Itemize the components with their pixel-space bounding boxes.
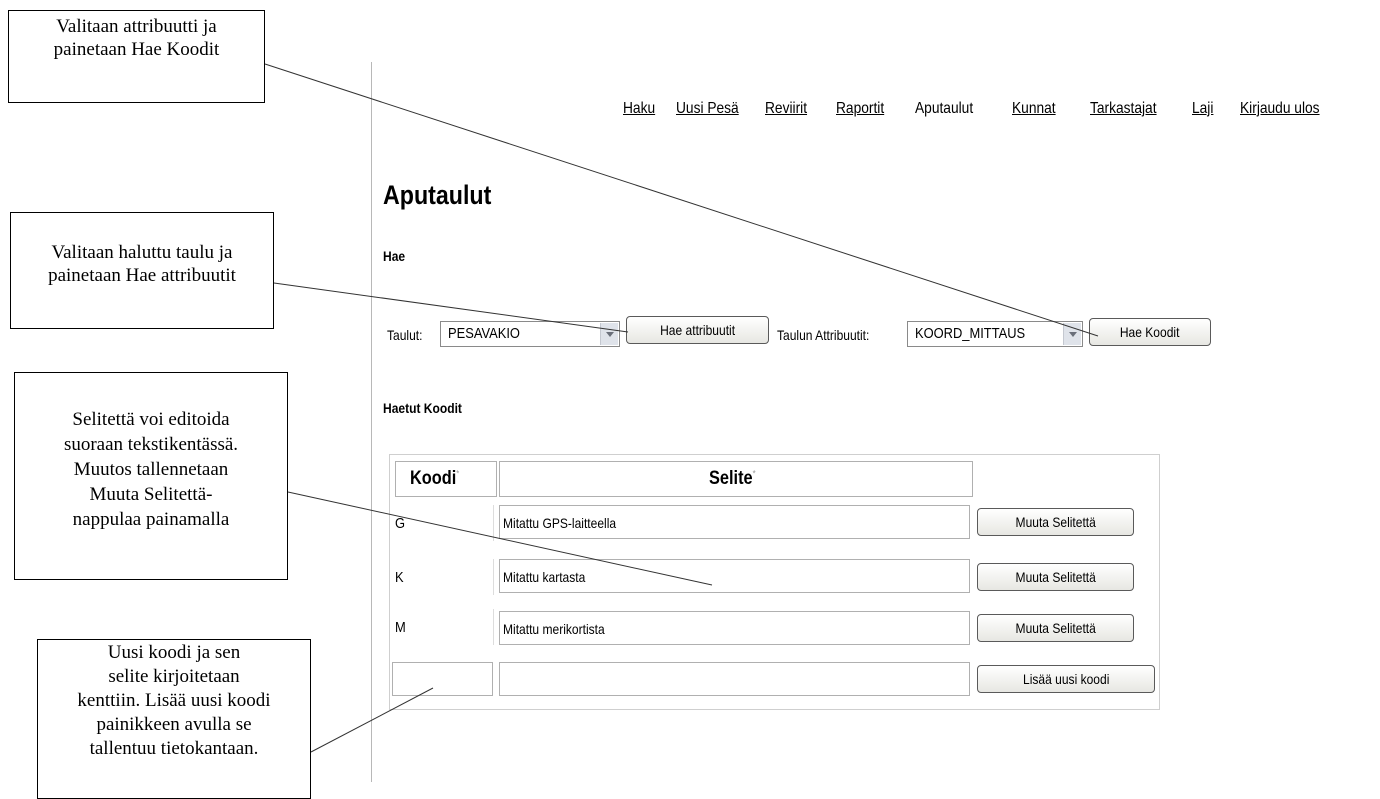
leader-line-description	[287, 491, 713, 586]
leader-line-table	[273, 282, 629, 333]
leader-line-attribute	[264, 63, 1099, 337]
callout-leader-lines	[264, 63, 1099, 753]
leader-line-new-code	[310, 687, 434, 753]
